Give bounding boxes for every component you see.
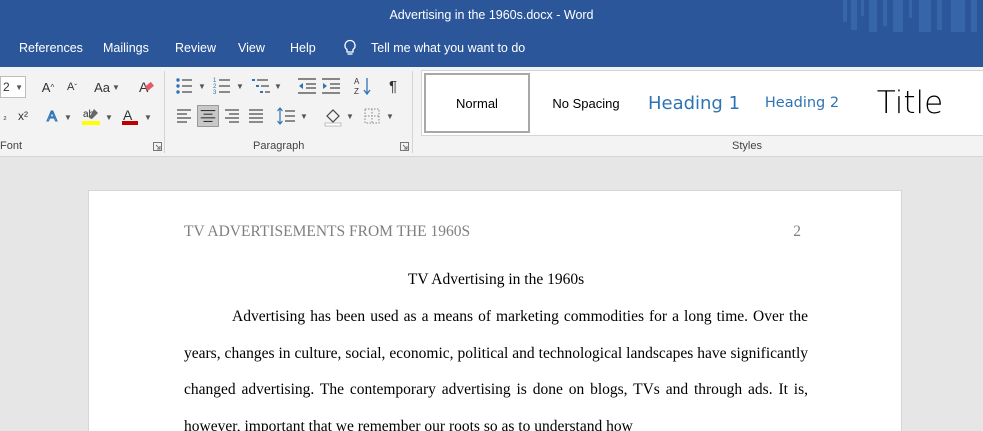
paragraph-group-label: Paragraph <box>253 140 305 152</box>
tab-references[interactable]: References <box>19 41 83 55</box>
font-color-icon[interactable]: A ▼ <box>120 105 154 127</box>
ribbon-tabs: References Mailings Review View Help Tel… <box>0 32 983 64</box>
tab-review[interactable]: Review <box>175 41 216 55</box>
svg-text:3: 3 <box>213 90 217 96</box>
borders-icon[interactable]: ▼ <box>362 105 396 127</box>
document-page[interactable]: TV ADVERTISEMENTS FROM THE 1960S 2 TV Ad… <box>88 190 902 431</box>
style-title-label: Title <box>876 85 944 121</box>
svg-text:▼: ▼ <box>144 113 152 122</box>
page-number: 2 <box>793 223 801 240</box>
align-center-icon[interactable] <box>197 105 219 127</box>
style-no-spacing-label: No Spacing <box>552 95 620 111</box>
svg-text:▼: ▼ <box>105 113 113 122</box>
svg-text:▼: ▼ <box>64 113 72 122</box>
clear-formatting-icon[interactable]: A <box>136 76 156 98</box>
numbering-icon[interactable]: 123 ▼ <box>212 75 246 97</box>
svg-text:Z: Z <box>354 87 359 96</box>
line-spacing-icon[interactable]: ▼ <box>276 105 310 127</box>
subscript-button[interactable]: ₂ <box>0 105 10 127</box>
styles-gallery: Normal No Spacing Heading 1 Heading 2 Ti… <box>421 70 983 136</box>
font-dialog-launcher-icon[interactable] <box>153 142 162 151</box>
multilevel-list-icon[interactable]: ▼ <box>250 75 284 97</box>
tab-view[interactable]: View <box>238 41 265 55</box>
svg-text:A: A <box>47 108 57 125</box>
style-heading-1[interactable]: Heading 1 <box>638 71 750 135</box>
style-heading-2[interactable]: Heading 2 <box>750 71 854 135</box>
style-title[interactable]: Title <box>858 71 962 135</box>
style-normal[interactable]: Normal <box>424 73 530 133</box>
align-right-icon[interactable] <box>222 105 242 127</box>
increase-indent-icon[interactable] <box>320 75 342 97</box>
style-no-spacing[interactable]: No Spacing <box>534 71 638 135</box>
running-head: TV ADVERTISEMENTS FROM THE 1960S <box>184 223 471 240</box>
svg-text:▼: ▼ <box>300 112 308 121</box>
show-formatting-marks-button[interactable]: ¶ <box>382 75 404 97</box>
shading-icon[interactable]: ▼ <box>322 105 356 127</box>
style-heading-2-label: Heading 2 <box>764 95 840 111</box>
change-case-button[interactable]: Aa ▼ <box>92 76 122 98</box>
tab-help[interactable]: Help <box>290 41 316 55</box>
font-size-box[interactable]: 2 ▼ <box>0 76 26 98</box>
paragraph-dialog-launcher-icon[interactable] <box>400 142 409 151</box>
title-bar: Advertising in the 1960s.docx - Word <box>0 0 983 40</box>
justify-icon[interactable] <box>246 105 266 127</box>
ribbon: 2 ▼ A ^ Aˇ Aa ▼ A ₂ x² A ▼ ab ▼ A ▼ Font ▼ … <box>0 67 983 157</box>
svg-text:▼: ▼ <box>236 82 244 91</box>
highlight-color-icon[interactable]: ab ▼ <box>80 105 116 127</box>
svg-text:▼: ▼ <box>274 82 282 91</box>
svg-text:A: A <box>123 107 133 123</box>
superscript-button[interactable]: x² <box>14 105 32 127</box>
tell-me-search[interactable]: Tell me what you want to do <box>371 41 525 55</box>
shrink-font-button[interactable]: Aˇ <box>62 76 82 98</box>
styles-group-label: Styles <box>732 140 762 152</box>
text-effects-icon[interactable]: A ▼ <box>44 105 76 127</box>
tab-mailings[interactable]: Mailings <box>103 41 149 55</box>
align-left-icon[interactable] <box>174 105 194 127</box>
style-heading-1-label: Heading 1 <box>647 92 741 114</box>
lightbulb-icon[interactable] <box>343 39 357 57</box>
font-group-label: Font <box>0 140 23 152</box>
style-normal-label: Normal <box>456 95 498 111</box>
document-title: TV Advertising in the 1960s <box>407 271 585 288</box>
group-separator <box>412 71 413 153</box>
svg-text:▼: ▼ <box>346 112 354 121</box>
svg-text:▼: ▼ <box>198 82 206 91</box>
svg-text:▼: ▼ <box>386 112 394 121</box>
decrease-indent-icon[interactable] <box>296 75 318 97</box>
font-size-value: 2 <box>3 80 10 94</box>
grow-font-button[interactable]: A ^ <box>38 76 58 98</box>
bullets-icon[interactable]: ▼ <box>174 75 208 97</box>
body-paragraph: Advertising has been used as a means of … <box>184 308 808 431</box>
svg-text:A: A <box>354 77 360 86</box>
sort-icon[interactable]: A Z <box>352 75 374 97</box>
group-separator <box>164 71 165 153</box>
